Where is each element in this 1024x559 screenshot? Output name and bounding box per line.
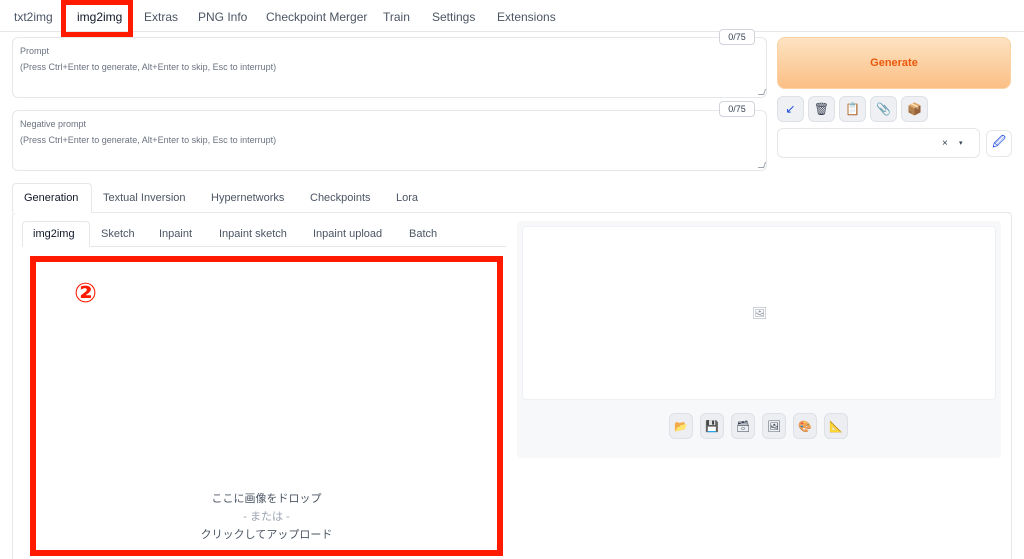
tab-txt2img[interactable]: txt2img [14,10,53,24]
tab-generation[interactable]: Generation [24,192,78,204]
tab-checkpoints[interactable]: Checkpoints [310,192,371,204]
send-to-extras-icon: 📐 [829,420,843,433]
pencil-icon: 🖉 [992,133,1006,149]
tab-png-info[interactable]: PNG Info [198,10,247,24]
tab-extensions[interactable]: Extensions [497,10,556,24]
chevron-down-icon[interactable]: ▾ [959,139,963,147]
negative-prompt-label: Negative prompt [20,119,87,129]
tab-hypernetworks[interactable]: Hypernetworks [211,192,284,204]
send-to-img2img-icon: 🖼 [767,420,781,433]
main-tab-bar: txt2img img2img Extras PNG Info Checkpoi… [0,0,1024,32]
annotation-number-2: ② [74,278,97,309]
clipboard-button[interactable]: 📋 [839,96,866,122]
prompt-token-counter: 0/75 [719,29,755,45]
prompt-label: Prompt [20,46,50,56]
sub-tab-divider [22,246,506,247]
send-to-inpaint-button[interactable]: 🎨 [793,413,817,439]
styles-dropdown[interactable]: × ▾ [777,128,980,158]
output-gallery[interactable]: 🖼 [522,226,996,400]
save-button[interactable]: 💾 [700,413,724,439]
send-to-extras-button[interactable]: 📐 [824,413,848,439]
negative-prompt-textarea[interactable]: Negative prompt (Press Ctrl+Enter to gen… [12,110,767,171]
arrow-out-button[interactable]: ↙ [777,96,804,122]
image-upload-dropzone[interactable]: ここに画像をドロップ - または - クリックしてアップロード [30,256,503,556]
send-to-img2img-button[interactable]: 🖼 [762,413,786,439]
tab-checkpoint-merger[interactable]: Checkpoint Merger [266,10,367,24]
negative-prompt-token-counter: 0/75 [719,101,755,117]
package-button[interactable]: 📦 [901,96,928,122]
dropzone-click-text: クリックしてアップロード [200,529,333,541]
subtab-sketch[interactable]: Sketch [101,228,135,240]
subtab-img2img[interactable]: img2img [33,228,75,240]
tab-lora[interactable]: Lora [396,192,418,204]
folder-icon: 📂 [674,420,688,433]
resize-grip-icon[interactable] [757,162,767,168]
zip-icon: 🗃 [736,420,750,433]
image-placeholder-icon: 🖼 [752,306,768,320]
clipboard-icon: 📋 [845,102,860,116]
subtab-batch[interactable]: Batch [409,228,437,240]
dropzone-drop-text: ここに画像をドロップ [211,493,322,505]
generate-button[interactable]: Generate [777,37,1011,89]
subtab-inpaint[interactable]: Inpaint [159,228,192,240]
tab-extras[interactable]: Extras [144,10,178,24]
trash-icon: 🗑 [813,102,830,116]
arrow-out-icon: ↙ [785,102,796,116]
resize-grip-icon[interactable] [757,89,767,95]
clear-icon[interactable]: × [942,138,948,149]
open-folder-button[interactable]: 📂 [669,413,693,439]
trash-button[interactable]: 🗑 [808,96,835,122]
prompt-hint: (Press Ctrl+Enter to generate, Alt+Enter… [20,62,277,72]
save-icon: 💾 [705,420,719,433]
tab-textual-inversion[interactable]: Textual Inversion [103,192,186,204]
dropzone-or-text: - または - [243,511,290,523]
tab-settings[interactable]: Settings [432,10,475,24]
negative-prompt-hint: (Press Ctrl+Enter to generate, Alt+Enter… [20,135,277,145]
package-icon: 📦 [907,102,922,116]
subtab-inpaint-sketch[interactable]: Inpaint sketch [219,228,287,240]
paperclip-icon: 📎 [876,102,891,116]
edit-styles-button[interactable]: 🖉 [986,130,1012,157]
prompt-textarea[interactable]: Prompt (Press Ctrl+Enter to generate, Al… [12,37,767,98]
paperclip-button[interactable]: 📎 [870,96,897,122]
tab-train[interactable]: Train [383,10,410,24]
zip-button[interactable]: 🗃 [731,413,755,439]
subtab-inpaint-upload[interactable]: Inpaint upload [313,228,382,240]
send-to-inpaint-icon: 🎨 [798,420,812,433]
